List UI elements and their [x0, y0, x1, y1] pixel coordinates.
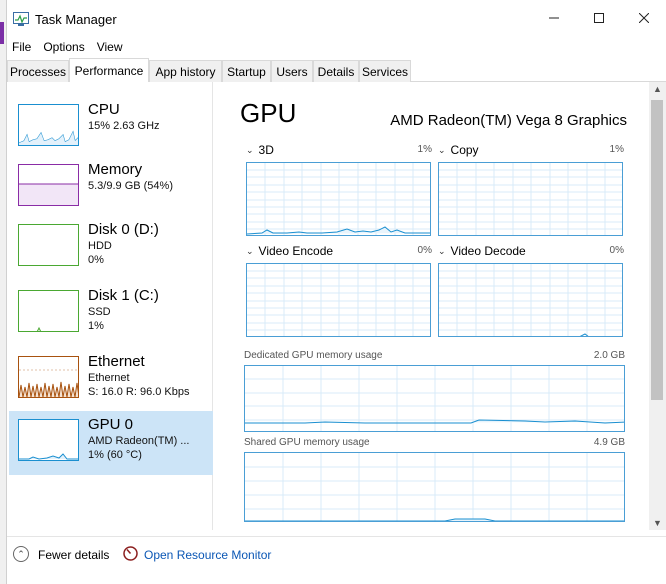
window-title: Task Manager	[35, 12, 117, 27]
engine-selector-copy[interactable]: ⌄ Copy	[438, 143, 479, 157]
gpu-thumbnail	[18, 419, 79, 461]
engine-selector-video-encode[interactable]: ⌄ Video Encode	[246, 244, 333, 258]
tab-details[interactable]: Details	[313, 60, 359, 82]
shared-memory-label: Shared GPU memory usage	[244, 437, 370, 448]
menu-file[interactable]: File	[7, 40, 36, 54]
sidebar-item-name: Memory	[88, 161, 143, 178]
minimize-button[interactable]	[531, 0, 577, 36]
engine-selector-video-decode[interactable]: ⌄ Video Decode	[438, 244, 526, 258]
disk1-thumbnail	[18, 290, 79, 332]
dedicated-memory-label: Dedicated GPU memory usage	[244, 350, 383, 361]
open-resource-monitor-link[interactable]: Open Resource Monitor	[144, 548, 271, 562]
sidebar-item-cpu[interactable]: CPU 15% 2.63 GHz	[9, 96, 213, 160]
gpu-model-name: AMD Radeon(TM) Vega 8 Graphics	[390, 112, 627, 129]
graph-dedicated-memory	[244, 365, 625, 432]
sidebar-item-name: Ethernet	[88, 353, 145, 370]
engine-percent: 0%	[609, 245, 624, 256]
background-window-accent	[0, 22, 4, 44]
memory-thumbnail	[18, 164, 79, 206]
sidebar-item-name: Disk 0 (D:)	[88, 221, 159, 238]
graph-video-encode	[246, 263, 431, 337]
maximize-button[interactable]	[576, 0, 622, 36]
vertical-scrollbar[interactable]: ▲ ▼	[649, 82, 666, 530]
engine-label: Video Decode	[450, 244, 526, 258]
footer-bar: ⌃ Fewer details Open Resource Monitor	[7, 536, 666, 584]
engine-label: Video Encode	[258, 244, 334, 258]
engine-label: 3D	[258, 143, 274, 157]
ethernet-thumbnail	[18, 356, 79, 398]
sidebar-item-usage: 0%	[88, 254, 104, 266]
dedicated-memory-value: 2.0 GB	[593, 350, 625, 361]
tab-bar: Processes Performance App history Startu…	[7, 58, 666, 83]
performance-content: CPU 15% 2.63 GHz Memory 5.3/9.9 GB (54%)…	[7, 82, 666, 530]
graph-video-decode	[438, 263, 623, 337]
chevron-down-icon: ⌄	[438, 144, 446, 155]
sidebar-item-disk-0[interactable]: Disk 0 (D:) HDD 0%	[9, 216, 213, 280]
sidebar-item-detail: 15% 2.63 GHz	[88, 120, 160, 132]
shared-memory-value: 4.9 GB	[593, 437, 625, 448]
background-window-edge	[0, 0, 7, 584]
chevron-down-icon: ⌄	[246, 245, 254, 256]
sidebar-item-detail: Ethernet	[88, 372, 130, 384]
graph-3d	[246, 162, 431, 236]
chevron-down-icon: ⌄	[438, 245, 446, 256]
tab-processes[interactable]: Processes	[7, 60, 69, 82]
engine-percent: 1%	[609, 144, 624, 155]
sidebar-item-usage: 1% (60 °C)	[88, 449, 142, 461]
menu-bar: File Options View	[7, 36, 666, 58]
sidebar-item-name: CPU	[88, 101, 120, 118]
sidebar-item-gpu-0[interactable]: GPU 0 AMD Radeon(TM) ... 1% (60 °C)	[9, 411, 213, 475]
tab-startup[interactable]: Startup	[222, 60, 271, 82]
graph-copy	[438, 162, 623, 236]
sidebar-item-detail: AMD Radeon(TM) ...	[88, 435, 190, 447]
sidebar-item-name: GPU 0	[88, 416, 134, 433]
resource-sidebar: CPU 15% 2.63 GHz Memory 5.3/9.9 GB (54%)…	[7, 82, 213, 530]
sidebar-item-detail: HDD	[88, 240, 112, 252]
sidebar-item-detail: 5.3/9.9 GB (54%)	[88, 180, 173, 192]
sidebar-item-detail: SSD	[88, 306, 111, 318]
page-title: GPU	[240, 98, 297, 128]
tab-users[interactable]: Users	[271, 60, 313, 82]
sidebar-item-memory[interactable]: Memory 5.3/9.9 GB (54%)	[9, 156, 213, 220]
title-bar[interactable]: Task Manager	[7, 0, 666, 36]
close-icon	[639, 13, 649, 23]
scroll-down-icon[interactable]: ▼	[649, 516, 666, 530]
disk0-thumbnail	[18, 224, 79, 266]
maximize-icon	[594, 13, 604, 23]
menu-options[interactable]: Options	[38, 40, 89, 54]
engine-percent: 0%	[417, 245, 432, 256]
chevron-up-icon[interactable]: ⌃	[13, 546, 29, 562]
chevron-down-icon: ⌄	[246, 144, 254, 155]
cpu-thumbnail	[18, 104, 79, 146]
task-manager-icon	[13, 12, 29, 26]
minimize-icon	[549, 17, 559, 19]
engine-label: Copy	[450, 143, 479, 157]
sidebar-item-name: Disk 1 (C:)	[88, 287, 159, 304]
resource-monitor-icon[interactable]	[123, 546, 138, 561]
fewer-details-button[interactable]: Fewer details	[38, 548, 109, 562]
graph-shared-memory	[244, 452, 625, 522]
sidebar-item-usage: 1%	[88, 320, 104, 332]
sidebar-item-ethernet[interactable]: Ethernet Ethernet S: 16.0 R: 96.0 Kbps	[9, 348, 213, 412]
tab-performance[interactable]: Performance	[69, 58, 149, 83]
gpu-detail-panel: GPU AMD Radeon(TM) Vega 8 Graphics ⌄ 3D …	[237, 82, 649, 530]
sidebar-item-throughput: S: 16.0 R: 96.0 Kbps	[88, 386, 190, 398]
engine-selector-3d[interactable]: ⌄ 3D	[246, 143, 274, 157]
close-button[interactable]	[621, 0, 666, 36]
scrollbar-thumb[interactable]	[651, 100, 663, 400]
tab-app-history[interactable]: App history	[149, 60, 222, 82]
engine-percent: 1%	[417, 144, 432, 155]
menu-view[interactable]: View	[92, 40, 128, 54]
scroll-up-icon[interactable]: ▲	[649, 82, 666, 96]
tab-services[interactable]: Services	[359, 60, 411, 82]
sidebar-item-disk-1[interactable]: Disk 1 (C:) SSD 1%	[9, 282, 213, 346]
